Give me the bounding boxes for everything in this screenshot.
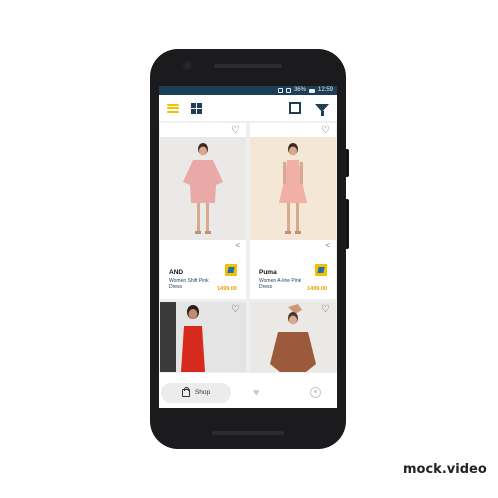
app-screen: 36% 12:59 ♡ < AND Women Shift Pink Dress… [159,86,337,408]
bottom-nav: Shop ♥ [159,377,337,408]
wishlist-heart-icon[interactable]: ♡ [231,126,240,136]
bottom-speaker [212,431,284,435]
product-name: Women A-line Pink Dress [259,278,302,290]
battery-icon [308,88,315,93]
power-button [346,149,349,177]
product-card[interactable]: ♡ [160,302,246,372]
signal-icon [277,88,283,93]
product-card[interactable]: ♡ < AND Women Shift Pink Dress 1499.00 [160,123,246,299]
front-camera [183,61,192,70]
product-price: 1499.00 [217,286,237,292]
user-icon[interactable] [310,387,321,398]
product-price: 1499.00 [307,286,327,292]
product-photo [250,137,336,240]
shop-tab[interactable]: Shop [161,382,231,403]
shop-label: Shop [194,389,211,396]
clock: 12:59 [317,87,333,93]
share-icon[interactable]: < [235,241,240,250]
volume-button [346,199,349,249]
wishlist-tab-heart-icon[interactable]: ♥ [253,387,260,399]
store-logo-icon [225,264,237,276]
square-view-icon[interactable] [289,102,301,114]
store-logo-icon [315,264,327,276]
status-bar: 36% 12:59 [159,86,337,95]
dress-shape [270,332,316,372]
app-toolbar [159,95,337,121]
dress-shape [181,326,205,372]
filter-icon[interactable] [315,104,329,116]
wishlist-heart-icon[interactable]: ♡ [321,126,330,136]
battery-percent: 36% [293,87,306,93]
wishlist-heart-icon[interactable]: ♡ [231,305,240,315]
wishlist-heart-icon[interactable]: ♡ [321,305,330,315]
top-speaker [214,64,282,68]
product-photo [160,137,246,240]
share-icon[interactable]: < [325,241,330,250]
product-list[interactable]: ♡ < AND Women Shift Pink Dress 1499.00 ♡… [159,121,337,373]
product-card[interactable]: ♡ [250,302,336,372]
product-brand: AND [169,269,184,276]
wifi-icon [285,88,291,93]
product-card[interactable]: ♡ < Puma Women A-line Pink Dress 1499.00 [250,123,336,299]
watermark: mock.video [403,462,487,477]
dress-shape [183,160,223,203]
hamburger-icon[interactable] [167,103,179,113]
product-name: Women Shift Pink Dress [169,278,209,290]
bag-icon [181,386,190,397]
product-brand: Puma [259,269,277,276]
grid-view-icon[interactable] [191,102,202,114]
